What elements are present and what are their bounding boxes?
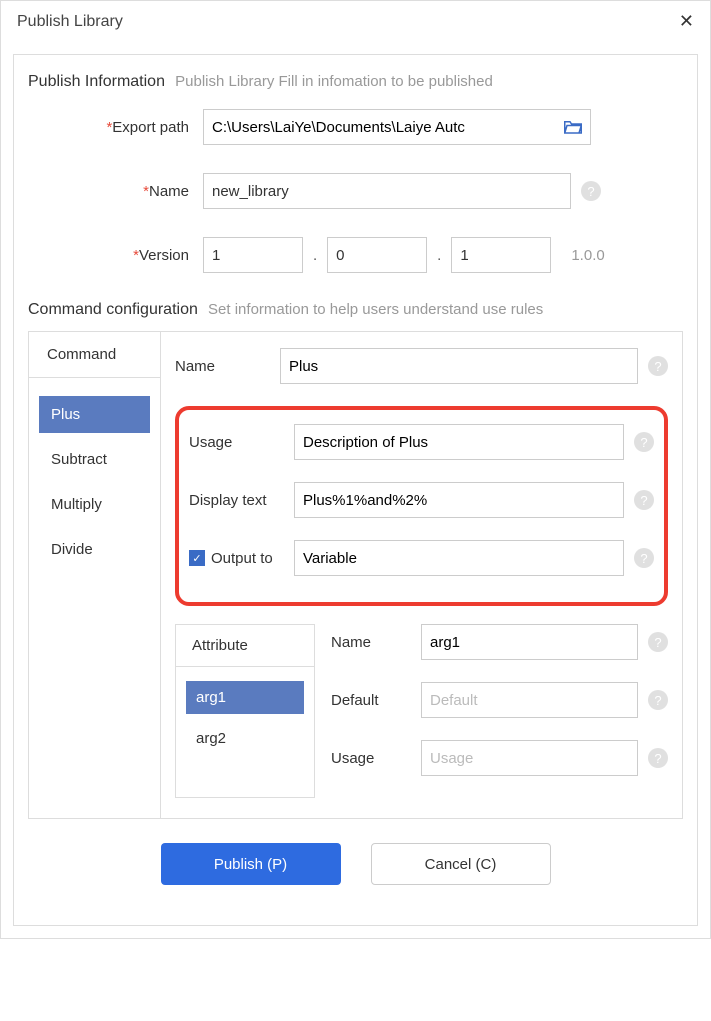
version-patch-input[interactable] xyxy=(451,237,551,273)
command-detail-pane: Name ? Usage ? Display text xyxy=(161,332,682,818)
help-icon[interactable]: ? xyxy=(634,490,654,510)
command-config-hint: Set information to help users understand… xyxy=(208,301,543,318)
sidebar-item-multiply[interactable]: Multiply xyxy=(39,486,150,523)
export-path-input[interactable] xyxy=(212,110,564,144)
command-config-header: Command configuration Set information to… xyxy=(28,301,683,319)
version-minor-input[interactable] xyxy=(327,237,427,273)
publish-library-dialog: Publish Library ✕ Publish Information Pu… xyxy=(0,0,711,939)
version-major-input[interactable] xyxy=(203,237,303,273)
attr-usage-input[interactable] xyxy=(421,740,638,776)
cmd-outputto-label: ✓ Output to xyxy=(189,550,294,567)
attr-default-input[interactable] xyxy=(421,682,638,718)
attribute-sidebar: Attribute arg1 arg2 xyxy=(175,624,315,798)
export-path-field[interactable] xyxy=(203,109,591,145)
help-icon[interactable]: ? xyxy=(581,181,601,201)
attribute-form: Name ? Default ? Usage xyxy=(331,624,668,798)
version-dot: . xyxy=(437,247,441,264)
publish-button[interactable]: Publish (P) xyxy=(161,843,341,885)
export-path-label: *Export path xyxy=(28,119,203,136)
help-icon[interactable]: ? xyxy=(648,356,668,376)
name-input[interactable] xyxy=(203,173,571,209)
dialog-title: Publish Library xyxy=(17,13,123,31)
version-label: *Version xyxy=(28,247,203,264)
version-dot: . xyxy=(313,247,317,264)
attr-usage-label: Usage xyxy=(331,750,421,767)
cmd-displaytext-input[interactable] xyxy=(294,482,624,518)
publish-info-header: Publish Information Publish Library Fill… xyxy=(28,73,683,91)
cmd-outputto-input[interactable] xyxy=(294,540,624,576)
sidebar-item-divide[interactable]: Divide xyxy=(39,531,150,568)
cancel-button[interactable]: Cancel (C) xyxy=(371,843,551,885)
command-config-label: Command configuration xyxy=(28,301,198,318)
cmd-name-label: Name xyxy=(175,358,280,375)
help-icon[interactable]: ? xyxy=(634,432,654,452)
cmd-usage-input[interactable] xyxy=(294,424,624,460)
help-icon[interactable]: ? xyxy=(648,690,668,710)
attr-name-input[interactable] xyxy=(421,624,638,660)
command-sidebar-header: Command xyxy=(29,332,160,378)
cmd-displaytext-label: Display text xyxy=(189,492,294,509)
publish-info-label: Publish Information xyxy=(28,73,165,90)
sidebar-item-subtract[interactable]: Subtract xyxy=(39,441,150,478)
attr-item-arg1[interactable]: arg1 xyxy=(186,681,304,714)
footer: Publish (P) Cancel (C) xyxy=(28,819,683,911)
attr-item-arg2[interactable]: arg2 xyxy=(186,722,304,755)
output-to-checkbox[interactable]: ✓ xyxy=(189,550,205,566)
cmd-usage-label: Usage xyxy=(189,434,294,451)
folder-icon[interactable] xyxy=(564,119,582,135)
version-text: 1.0.0 xyxy=(571,247,604,264)
name-label: *Name xyxy=(28,183,203,200)
attr-default-label: Default xyxy=(331,692,421,709)
titlebar: Publish Library ✕ xyxy=(1,1,710,42)
help-icon[interactable]: ? xyxy=(648,748,668,768)
publish-info-hint: Publish Library Fill in infomation to be… xyxy=(175,73,493,90)
attribute-header: Attribute xyxy=(176,625,314,667)
attr-name-label: Name xyxy=(331,634,421,651)
help-icon[interactable]: ? xyxy=(648,632,668,652)
attribute-section: Attribute arg1 arg2 Name ? xyxy=(175,624,668,798)
highlight-box: Usage ? Display text ? ✓ Outp xyxy=(175,406,668,606)
config-area: Command Plus Subtract Multiply Divide Na… xyxy=(28,331,683,819)
close-icon[interactable]: ✕ xyxy=(679,11,694,32)
command-sidebar: Command Plus Subtract Multiply Divide xyxy=(29,332,161,818)
cmd-name-input[interactable] xyxy=(280,348,638,384)
sidebar-item-plus[interactable]: Plus xyxy=(39,396,150,433)
help-icon[interactable]: ? xyxy=(634,548,654,568)
